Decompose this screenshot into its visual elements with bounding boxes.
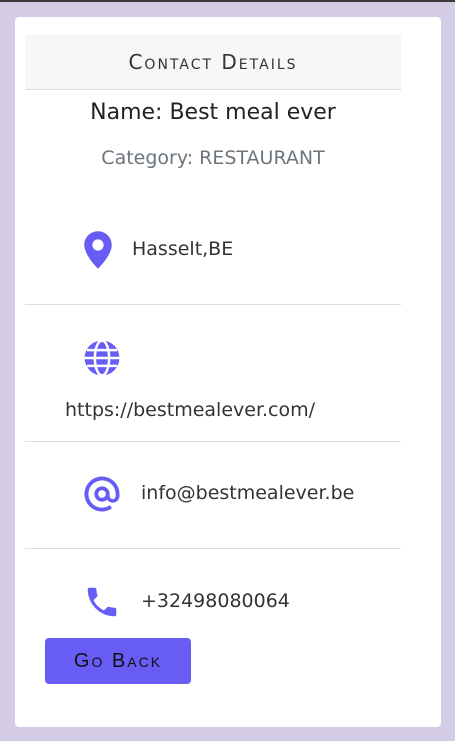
card-header: Contact Details [25,35,401,90]
divider [25,441,401,442]
map-pin-icon [78,230,118,270]
website-link[interactable]: https://bestmealever.com/ [65,399,315,421]
globe-icon [82,338,122,378]
at-sign-icon [82,474,122,514]
email-link[interactable]: info@bestmealever.be [141,482,354,504]
window-top-border [0,0,455,2]
phone-icon [82,582,122,622]
card-header-title: Contact Details [128,50,298,74]
go-back-label: Go Back [73,649,163,672]
location-text: Hasselt,BE [132,238,234,260]
divider [25,304,401,305]
business-name: Name: Best meal ever [90,100,336,125]
business-category: Category: RESTAURANT [101,147,325,169]
phone-link[interactable]: +32498080064 [141,590,290,612]
divider [25,548,401,549]
go-back-button[interactable]: Go Back [45,638,191,684]
